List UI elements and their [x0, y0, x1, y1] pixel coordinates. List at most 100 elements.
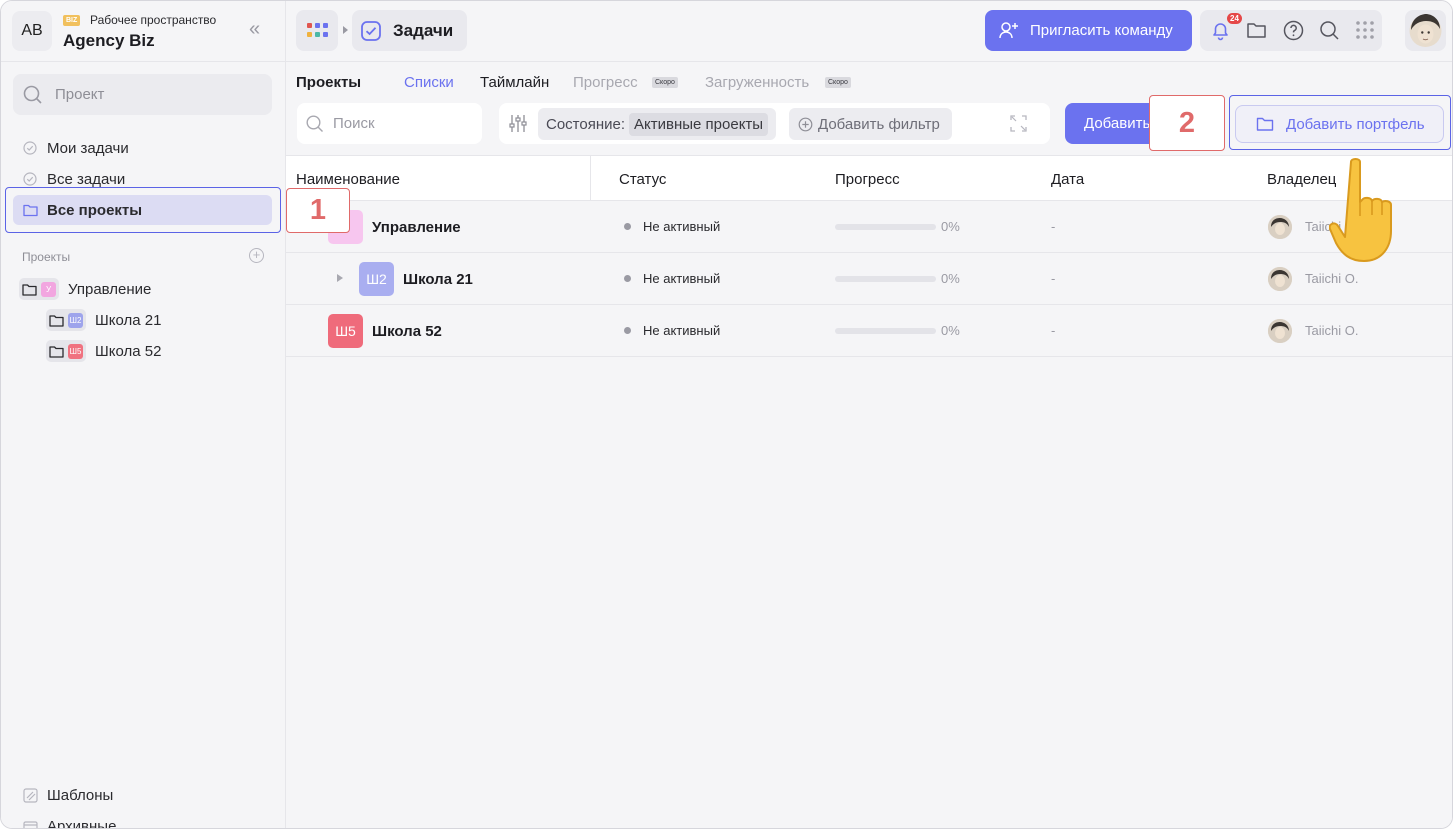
templates-icon	[23, 788, 38, 803]
step-marker-2: 2	[1149, 95, 1225, 151]
progress-percent: 0%	[941, 271, 960, 286]
apps-grid-icon	[307, 23, 328, 37]
status-text[interactable]: Не активный	[643, 219, 720, 234]
project-color-square: Ш5	[68, 343, 83, 359]
tree-item-label: Школа 52	[95, 342, 162, 360]
status-text[interactable]: Не активный	[643, 323, 720, 338]
help-icon[interactable]	[1283, 20, 1304, 41]
date-value[interactable]: -	[1051, 219, 1055, 234]
sidebar-search-input[interactable]: Проект	[13, 74, 272, 115]
table-row[interactable]: Управление Не активный 0% - Taiichi O.	[286, 201, 1452, 253]
owner-avatar	[1268, 319, 1292, 343]
progress-percent: 0%	[941, 219, 960, 234]
project-name[interactable]: Школа 52	[372, 323, 442, 340]
owner-name[interactable]: Taiichi O.	[1305, 323, 1358, 338]
status-dot	[624, 223, 631, 230]
sidebar-search-placeholder: Проект	[55, 86, 105, 103]
tab-workload: Загруженность	[705, 74, 810, 91]
owner-name[interactable]: Taiichi O.	[1305, 271, 1358, 286]
project-search-input[interactable]: Поиск	[297, 103, 482, 144]
date-value[interactable]: -	[1051, 271, 1055, 286]
check-square-icon	[361, 21, 381, 41]
column-header-date[interactable]: Дата	[1051, 171, 1084, 188]
sidebar-item-my-tasks[interactable]: Мои задачи	[13, 133, 272, 163]
tree-item-upravlenie[interactable]: У Управление	[19, 278, 151, 300]
state-filter-chip[interactable]: Состояние: Активные проекты	[538, 108, 777, 140]
tab-timeline[interactable]: Таймлайн	[480, 74, 549, 91]
app-window: AB BIZ Рабочее пространство Agency Biz «…	[0, 0, 1453, 829]
owner-avatar	[1268, 267, 1292, 291]
folder-icon	[49, 314, 64, 327]
highlight-frame-all-projects	[5, 187, 281, 233]
tab-lists[interactable]: Списки	[404, 74, 454, 91]
status-dot	[624, 275, 631, 282]
add-filter-button[interactable]: Добавить фильтр	[789, 108, 952, 140]
owner-avatar	[1268, 215, 1292, 239]
highlight-frame-add-portfolio	[1229, 95, 1451, 150]
project-color-square: У	[41, 281, 56, 297]
main-content: Проекты Списки Таймлайн Прогресс Скоро З…	[286, 62, 1452, 828]
table-header: Наименование Статус Прогресс Дата Владел…	[286, 155, 1452, 201]
check-circle-icon	[23, 172, 37, 186]
tree-item-shkola-52[interactable]: Ш5 Школа 52	[46, 340, 161, 362]
add-project-icon[interactable]: +	[249, 248, 264, 263]
folder-icon[interactable]	[1246, 20, 1267, 41]
invite-team-button[interactable]: Пригласить команду	[985, 10, 1192, 51]
page-title: Задачи	[393, 21, 454, 40]
tree-chip: Ш5	[46, 340, 86, 362]
expand-icon[interactable]	[1010, 115, 1027, 132]
expand-caret-icon[interactable]	[337, 274, 343, 282]
grid-menu-icon[interactable]	[1355, 20, 1375, 40]
search-placeholder: Поиск	[333, 115, 375, 132]
tab-projects[interactable]: Проекты	[296, 74, 361, 91]
breadcrumb-chevron-icon	[343, 26, 348, 34]
breadcrumb[interactable]: Задачи	[352, 10, 467, 51]
project-name[interactable]: Школа 21	[403, 271, 473, 288]
bell-icon[interactable]	[1210, 20, 1231, 41]
user-portrait-icon	[1268, 267, 1292, 291]
column-header-progress[interactable]: Прогресс	[835, 171, 900, 188]
add-filter-label: Добавить фильтр	[818, 116, 940, 133]
user-avatar[interactable]	[1405, 10, 1446, 51]
apps-button[interactable]	[296, 10, 338, 51]
check-circle-icon	[23, 141, 37, 155]
state-filter-label: Состояние:	[546, 115, 626, 133]
tab-progress: Прогресс	[573, 74, 638, 91]
column-header-name[interactable]: Наименование	[296, 171, 400, 188]
workspace-avatar: AB	[12, 11, 52, 51]
column-header-owner[interactable]: Владелец	[1267, 171, 1336, 188]
project-color-square: Ш2	[68, 312, 83, 328]
project-name[interactable]: Управление	[372, 219, 461, 236]
folder-icon	[49, 345, 64, 358]
sidebar-item-archive[interactable]: Архивные	[23, 818, 117, 829]
project-color-square: Ш5	[328, 314, 363, 348]
notification-count-badge: 24	[1227, 13, 1242, 24]
tree-item-label: Управление	[68, 280, 152, 298]
tree-chip: У	[19, 278, 59, 300]
column-header-status[interactable]: Статус	[619, 171, 666, 188]
status-text[interactable]: Не активный	[643, 271, 720, 286]
search-icon	[306, 115, 323, 132]
search-icon[interactable]	[1319, 20, 1340, 41]
progress-percent: 0%	[941, 323, 960, 338]
workspace-header[interactable]: AB BIZ Рабочее пространство Agency Biz «	[1, 1, 285, 62]
sidebar-item-label: Шаблоны	[47, 787, 114, 804]
collapse-sidebar-icon[interactable]: «	[249, 19, 260, 39]
archive-icon	[23, 821, 38, 828]
table-row[interactable]: Ш2 Школа 21 Не активный 0% - Taiichi O.	[286, 253, 1452, 305]
filter-sliders-icon[interactable]	[509, 114, 527, 133]
sidebar-item-templates[interactable]: Шаблоны	[23, 787, 113, 804]
soon-badge: Скоро	[825, 77, 851, 88]
progress-bar	[835, 328, 936, 334]
folder-icon	[22, 283, 37, 296]
add-user-icon	[999, 22, 1018, 39]
tree-item-shkola-21[interactable]: Ш2 Школа 21	[46, 309, 161, 331]
sidebar-item-label: Мои задачи	[47, 139, 129, 157]
top-icons-group: 24	[1200, 10, 1382, 51]
date-value[interactable]: -	[1051, 323, 1055, 338]
invite-team-label: Пригласить команду	[1030, 22, 1173, 39]
tree-item-label: Школа 21	[95, 311, 162, 329]
sidebar-item-label: Архивные	[47, 818, 117, 829]
table-row[interactable]: Ш5 Школа 52 Не активный 0% - Taiichi O.	[286, 305, 1452, 357]
pointing-hand-icon	[1329, 158, 1392, 262]
